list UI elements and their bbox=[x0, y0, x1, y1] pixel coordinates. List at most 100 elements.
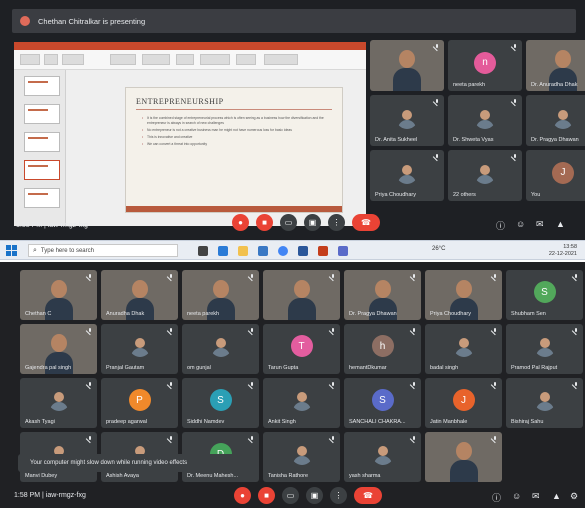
avatar-letter: n bbox=[474, 51, 496, 74]
participant-tile[interactable]: yash sharma bbox=[344, 432, 421, 482]
avatar-letter: h bbox=[371, 335, 394, 357]
participant-tile[interactable]: n neeta parekh bbox=[448, 40, 522, 91]
system-clock[interactable]: 13:58 22-12-2021 bbox=[549, 244, 577, 258]
more-options-button[interactable]: ⋮ bbox=[330, 487, 347, 504]
participant-tile[interactable]: Anuradha Dhak bbox=[101, 270, 178, 320]
participant-name: Ashish Avaya bbox=[106, 473, 139, 479]
participant-tile[interactable]: 22 others bbox=[448, 150, 522, 201]
participant-tile[interactable]: S SANCHALI CHAKRA... bbox=[344, 378, 421, 428]
participant-tile[interactable]: Tanisha Rathore bbox=[263, 432, 340, 482]
mic-muted-icon bbox=[87, 436, 93, 442]
mic-muted-icon bbox=[434, 44, 440, 50]
participant-name: Tanisha Rathore bbox=[268, 473, 309, 479]
store-icon[interactable] bbox=[258, 246, 268, 256]
participant-name: Pranjal Gautam bbox=[106, 365, 145, 371]
participant-tile[interactable]: Dr. Pragya Dhawan bbox=[344, 270, 421, 320]
chrome-icon[interactable] bbox=[278, 246, 288, 256]
windows-start-icon[interactable] bbox=[6, 245, 17, 256]
shared-screen[interactable]: ENTREPRENEURSHIP It is the combined stag… bbox=[14, 42, 366, 226]
settings-icon[interactable]: ⚙ bbox=[570, 491, 578, 502]
activities-icon[interactable]: ▲ bbox=[552, 491, 561, 501]
participant-tile[interactable]: Priya Choudhary bbox=[425, 270, 502, 320]
participant-tile[interactable] bbox=[425, 432, 502, 482]
participant-tile[interactable]: Dr. Shweta Vyas bbox=[448, 95, 522, 146]
participant-tile[interactable] bbox=[263, 270, 340, 320]
participant-tile[interactable]: Dr. Anita Sukheel bbox=[370, 95, 444, 146]
slide-title: ENTREPRENEURSHIP bbox=[136, 97, 224, 106]
participant-tile[interactable]: S Siddhi Namdev bbox=[182, 378, 259, 428]
participant-tile[interactable]: Akash Tyagi bbox=[20, 378, 97, 428]
present-button[interactable]: ▣ bbox=[304, 214, 321, 231]
mic-off-button[interactable]: ● bbox=[232, 214, 249, 231]
chat-icon[interactable]: ✉ bbox=[536, 219, 544, 230]
avatar-photo bbox=[372, 443, 394, 465]
participant-tile[interactable]: Pramod Pal Rajput bbox=[506, 324, 583, 374]
mic-muted-icon bbox=[411, 382, 417, 388]
participant-tile[interactable]: Ppradeep agarwal bbox=[101, 378, 178, 428]
word-icon[interactable] bbox=[298, 246, 308, 256]
participant-name: Dr. Pragya Dhawan bbox=[531, 137, 579, 143]
participant-name: neeta parekh bbox=[187, 311, 220, 317]
camera-off-button[interactable]: ■ bbox=[258, 487, 275, 504]
info-icon[interactable]: ⓘ bbox=[496, 219, 505, 232]
participant-tile[interactable] bbox=[370, 40, 444, 91]
participant-tile[interactable]: Chethan C bbox=[20, 270, 97, 320]
captions-button[interactable]: ▭ bbox=[282, 487, 299, 504]
weather-widget[interactable]: 26°C bbox=[432, 246, 445, 252]
chat-icon[interactable]: ✉ bbox=[532, 491, 540, 502]
avatar-photo bbox=[534, 335, 556, 357]
app-icon[interactable] bbox=[338, 246, 348, 256]
slide-thumbnails bbox=[14, 70, 66, 226]
participant-tile[interactable]: Dr. Pragya Dhawan bbox=[526, 95, 585, 146]
participant-tile[interactable]: Gajendra pal singh bbox=[20, 324, 97, 374]
taskbar-search-box[interactable]: ⌕ Type here to search bbox=[28, 244, 178, 257]
info-icon[interactable]: ⓘ bbox=[492, 491, 501, 504]
mic-muted-icon bbox=[573, 274, 579, 280]
mic-muted-icon bbox=[492, 436, 498, 442]
mic-muted-icon bbox=[87, 328, 93, 334]
participant-tile[interactable]: om gunjal bbox=[182, 324, 259, 374]
mic-muted-icon bbox=[411, 436, 417, 442]
participant-name: Bishiraj Sahu bbox=[511, 419, 544, 425]
ppt-title-bar bbox=[14, 42, 366, 50]
top-control-bar: ● ■ ▭ ▣ ⋮ ☎ bbox=[232, 214, 387, 231]
participant-tile[interactable]: T Tarun Gupta bbox=[263, 324, 340, 374]
mic-muted-icon bbox=[249, 274, 255, 280]
participant-tile[interactable]: h hemantDkumar bbox=[344, 324, 421, 374]
leave-call-button[interactable]: ☎ bbox=[352, 214, 380, 231]
avatar-photo bbox=[552, 107, 574, 129]
participant-tile[interactable]: badal singh bbox=[425, 324, 502, 374]
participant-tile[interactable]: J Jatin Manbhale bbox=[425, 378, 502, 428]
mic-muted-icon bbox=[87, 382, 93, 388]
file-explorer-icon[interactable] bbox=[238, 246, 248, 256]
powerpoint-icon[interactable] bbox=[318, 246, 328, 256]
mic-off-button[interactable]: ● bbox=[234, 487, 251, 504]
edge-icon[interactable] bbox=[218, 246, 228, 256]
participant-tile[interactable]: S Shubham Sen bbox=[506, 270, 583, 320]
presenting-banner[interactable]: Chethan Chitralkar is presenting bbox=[12, 9, 576, 33]
participant-tile[interactable]: neeta parekh bbox=[182, 270, 259, 320]
task-view-icon[interactable] bbox=[198, 246, 208, 256]
avatar-photo bbox=[210, 335, 232, 357]
participant-tile[interactable]: Dr. Anuradha Dhak bbox=[526, 40, 585, 91]
participant-tile[interactable]: Priya Choudhary bbox=[370, 150, 444, 201]
camera-off-button[interactable]: ■ bbox=[256, 214, 273, 231]
more-options-button[interactable]: ⋮ bbox=[328, 214, 345, 231]
slide-bullet: No entrepreneur is not a creative busine… bbox=[142, 128, 334, 133]
mic-muted-icon bbox=[434, 99, 440, 105]
leave-call-button[interactable]: ☎ bbox=[354, 487, 382, 504]
participant-tile[interactable]: Bishiraj Sahu bbox=[506, 378, 583, 428]
slide-bullets: It is the combined stage of entrepreneur… bbox=[142, 116, 334, 149]
participant-tile[interactable]: Ankit Singh bbox=[263, 378, 340, 428]
mic-muted-icon bbox=[330, 382, 336, 388]
avatar-photo bbox=[534, 389, 556, 411]
activities-icon[interactable]: ▲ bbox=[556, 219, 565, 229]
participant-tile[interactable]: Pranjal Gautam bbox=[101, 324, 178, 374]
present-button[interactable]: ▣ bbox=[306, 487, 323, 504]
participant-name: SANCHALI CHAKRA... bbox=[349, 419, 406, 425]
people-icon[interactable]: ☺ bbox=[512, 491, 521, 501]
current-slide: ENTREPRENEURSHIP It is the combined stag… bbox=[126, 88, 342, 212]
people-icon[interactable]: ☺ bbox=[516, 219, 525, 229]
participant-tile[interactable]: J You bbox=[526, 150, 585, 201]
captions-button[interactable]: ▭ bbox=[280, 214, 297, 231]
